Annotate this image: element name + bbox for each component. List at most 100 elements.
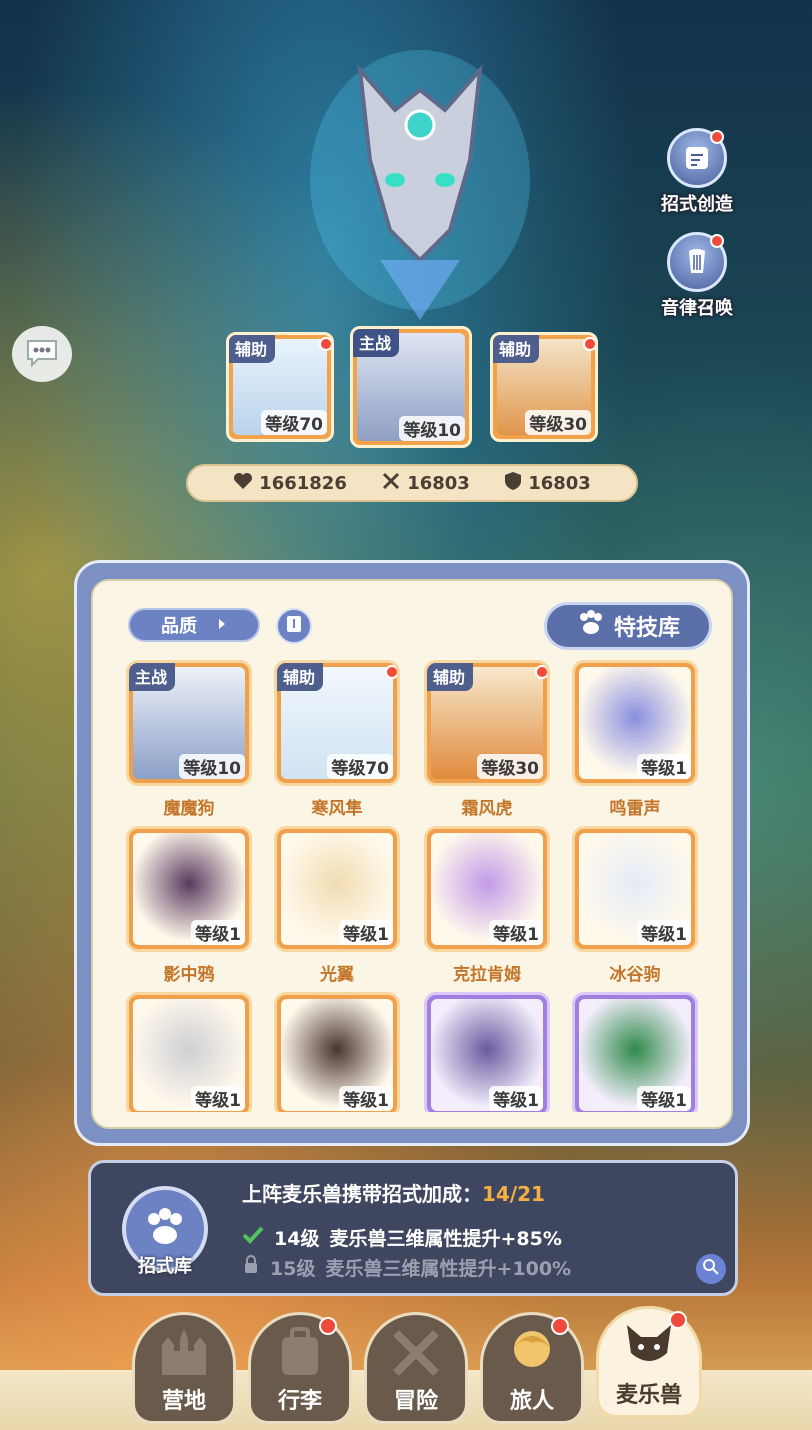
team-stats-bar: 1661826 16803 16803 (186, 464, 638, 502)
creature-name: 克拉肯姆 (453, 965, 521, 985)
nav-luggage[interactable]: 行李 (248, 1312, 352, 1424)
paw-icon (143, 1207, 187, 1251)
creature-card[interactable]: 等级1 (424, 826, 550, 952)
skill-library-shortcut-label: 招式库 (138, 1256, 192, 1277)
creature-card[interactable]: 等级1 (572, 992, 698, 1112)
skill-library-button[interactable]: 特技库 (544, 602, 712, 650)
checkmark-icon (242, 1226, 264, 1249)
hero-creature-art (300, 30, 540, 330)
crossed-swords-icon (367, 1315, 465, 1377)
level-tag: 等级70 (327, 754, 393, 779)
hp-stat: 1661826 (233, 472, 347, 495)
nav-label: 营地 (161, 1389, 206, 1414)
zoom-button[interactable] (696, 1254, 726, 1284)
quality-filter-label: 品质 (161, 616, 197, 637)
creature-grid-row-3: 等级1 等级1 等级1 等级1 (120, 990, 710, 1112)
creature-card[interactable]: 等级1 (274, 992, 400, 1112)
quality-filter-dropdown[interactable]: 品质 (128, 608, 260, 642)
role-tag: 辅助 (427, 663, 474, 691)
magnifier-icon (702, 1258, 720, 1280)
level-tag: 等级1 (191, 920, 245, 945)
notification-dot (319, 337, 331, 351)
level-tag: 等级10 (399, 416, 465, 441)
chat-button[interactable] (12, 326, 72, 382)
level-tag: 等级1 (339, 1086, 393, 1111)
nav-melody-beast[interactable]: 麦乐兽 (596, 1306, 702, 1418)
creature-card[interactable]: 等级1 (126, 826, 252, 952)
nav-label: 行李 (277, 1389, 322, 1414)
role-tag: 辅助 (277, 663, 324, 691)
nav-adventure[interactable]: 冒险 (364, 1312, 468, 1424)
creature-card[interactable]: 等级1 (424, 992, 550, 1112)
notification-dot (551, 1317, 569, 1335)
role-tag: 辅助 (229, 335, 276, 363)
bonus-tier-text: 麦乐兽三维属性提升+100% (325, 1258, 572, 1280)
creature-name: 魔魔狗 (163, 799, 215, 819)
team-slot-main[interactable]: 主战 等级10 (350, 326, 472, 448)
attack-value: 16803 (407, 472, 470, 494)
creature-card[interactable]: 等级1 (274, 826, 400, 952)
bonus-tier-text: 麦乐兽三维属性提升+85% (329, 1228, 562, 1250)
skill-create-button[interactable]: 招式创造 (652, 128, 742, 228)
paw-icon (576, 609, 606, 643)
creature-card[interactable]: 辅助 等级30 (424, 660, 550, 786)
caret-right-icon (217, 615, 227, 636)
level-tag: 等级1 (191, 1086, 245, 1111)
notification-dot (535, 665, 547, 679)
notification-dot (385, 665, 397, 679)
level-tag: 等级1 (637, 920, 691, 945)
creature-card[interactable]: 主战 等级10 (126, 660, 252, 786)
team-slot-support-right[interactable]: 辅助 等级30 (490, 332, 598, 442)
team-slot-support-left[interactable]: 辅助 等级70 (226, 332, 334, 442)
level-tag: 等级70 (261, 410, 327, 435)
bonus-tier-locked: 15级 麦乐兽三维属性提升+100% (242, 1254, 571, 1281)
role-tag: 主战 (353, 329, 400, 357)
hp-value: 1661826 (259, 472, 347, 494)
chat-bubble-icon (24, 337, 60, 371)
notification-dot (710, 130, 724, 144)
info-button[interactable] (276, 608, 312, 644)
level-tag: 等级30 (477, 754, 543, 779)
role-tag: 辅助 (493, 335, 540, 363)
level-tag: 等级1 (637, 754, 691, 779)
notification-dot (710, 234, 724, 248)
castle-icon (135, 1315, 233, 1377)
creature-name: 霜风虎 (461, 799, 513, 819)
creature-card[interactable]: 等级1 (126, 992, 252, 1112)
defense-value: 16803 (528, 472, 591, 494)
skill-create-label: 招式创造 (661, 194, 733, 215)
level-tag: 等级10 (179, 754, 245, 779)
crossed-swords-icon (381, 471, 401, 496)
lock-icon (242, 1255, 260, 1280)
heart-icon (233, 472, 253, 495)
level-tag: 等级1 (489, 920, 543, 945)
bonus-progress: 14/21 (482, 1182, 545, 1206)
nav-label: 麦乐兽 (615, 1383, 682, 1408)
bonus-title: 上阵麦乐兽携带招式加成：14/21 (242, 1178, 545, 1207)
level-tag: 等级1 (637, 1086, 691, 1111)
creature-name: 鸣雷声 (609, 799, 661, 819)
level-tag: 等级30 (525, 410, 591, 435)
notification-dot (669, 1311, 687, 1329)
notification-dot (319, 1317, 337, 1335)
role-tag: 主战 (129, 663, 176, 691)
creature-card[interactable]: 辅助 等级70 (274, 660, 400, 786)
creature-name: 寒风隼 (311, 799, 363, 819)
rhythm-summon-button[interactable]: 音律召唤 (652, 232, 742, 332)
book-icon (285, 614, 303, 638)
creature-card[interactable]: 等级1 (572, 660, 698, 786)
creature-name: 影中鸦 (163, 965, 215, 985)
shield-icon (504, 471, 522, 496)
creature-card[interactable]: 等级1 (572, 826, 698, 952)
creature-name: 光翼 (320, 965, 354, 985)
rhythm-summon-label: 音律召唤 (661, 298, 733, 319)
attack-stat: 16803 (381, 471, 470, 496)
level-tag: 等级1 (489, 1086, 543, 1111)
nav-label: 旅人 (509, 1389, 554, 1414)
creature-name: 冰谷驹 (609, 965, 661, 985)
nav-label: 冒险 (393, 1389, 438, 1414)
nav-camp[interactable]: 营地 (132, 1312, 236, 1424)
defense-stat: 16803 (504, 471, 591, 496)
nav-traveler[interactable]: 旅人 (480, 1312, 584, 1424)
skill-library-label: 特技库 (613, 616, 680, 641)
